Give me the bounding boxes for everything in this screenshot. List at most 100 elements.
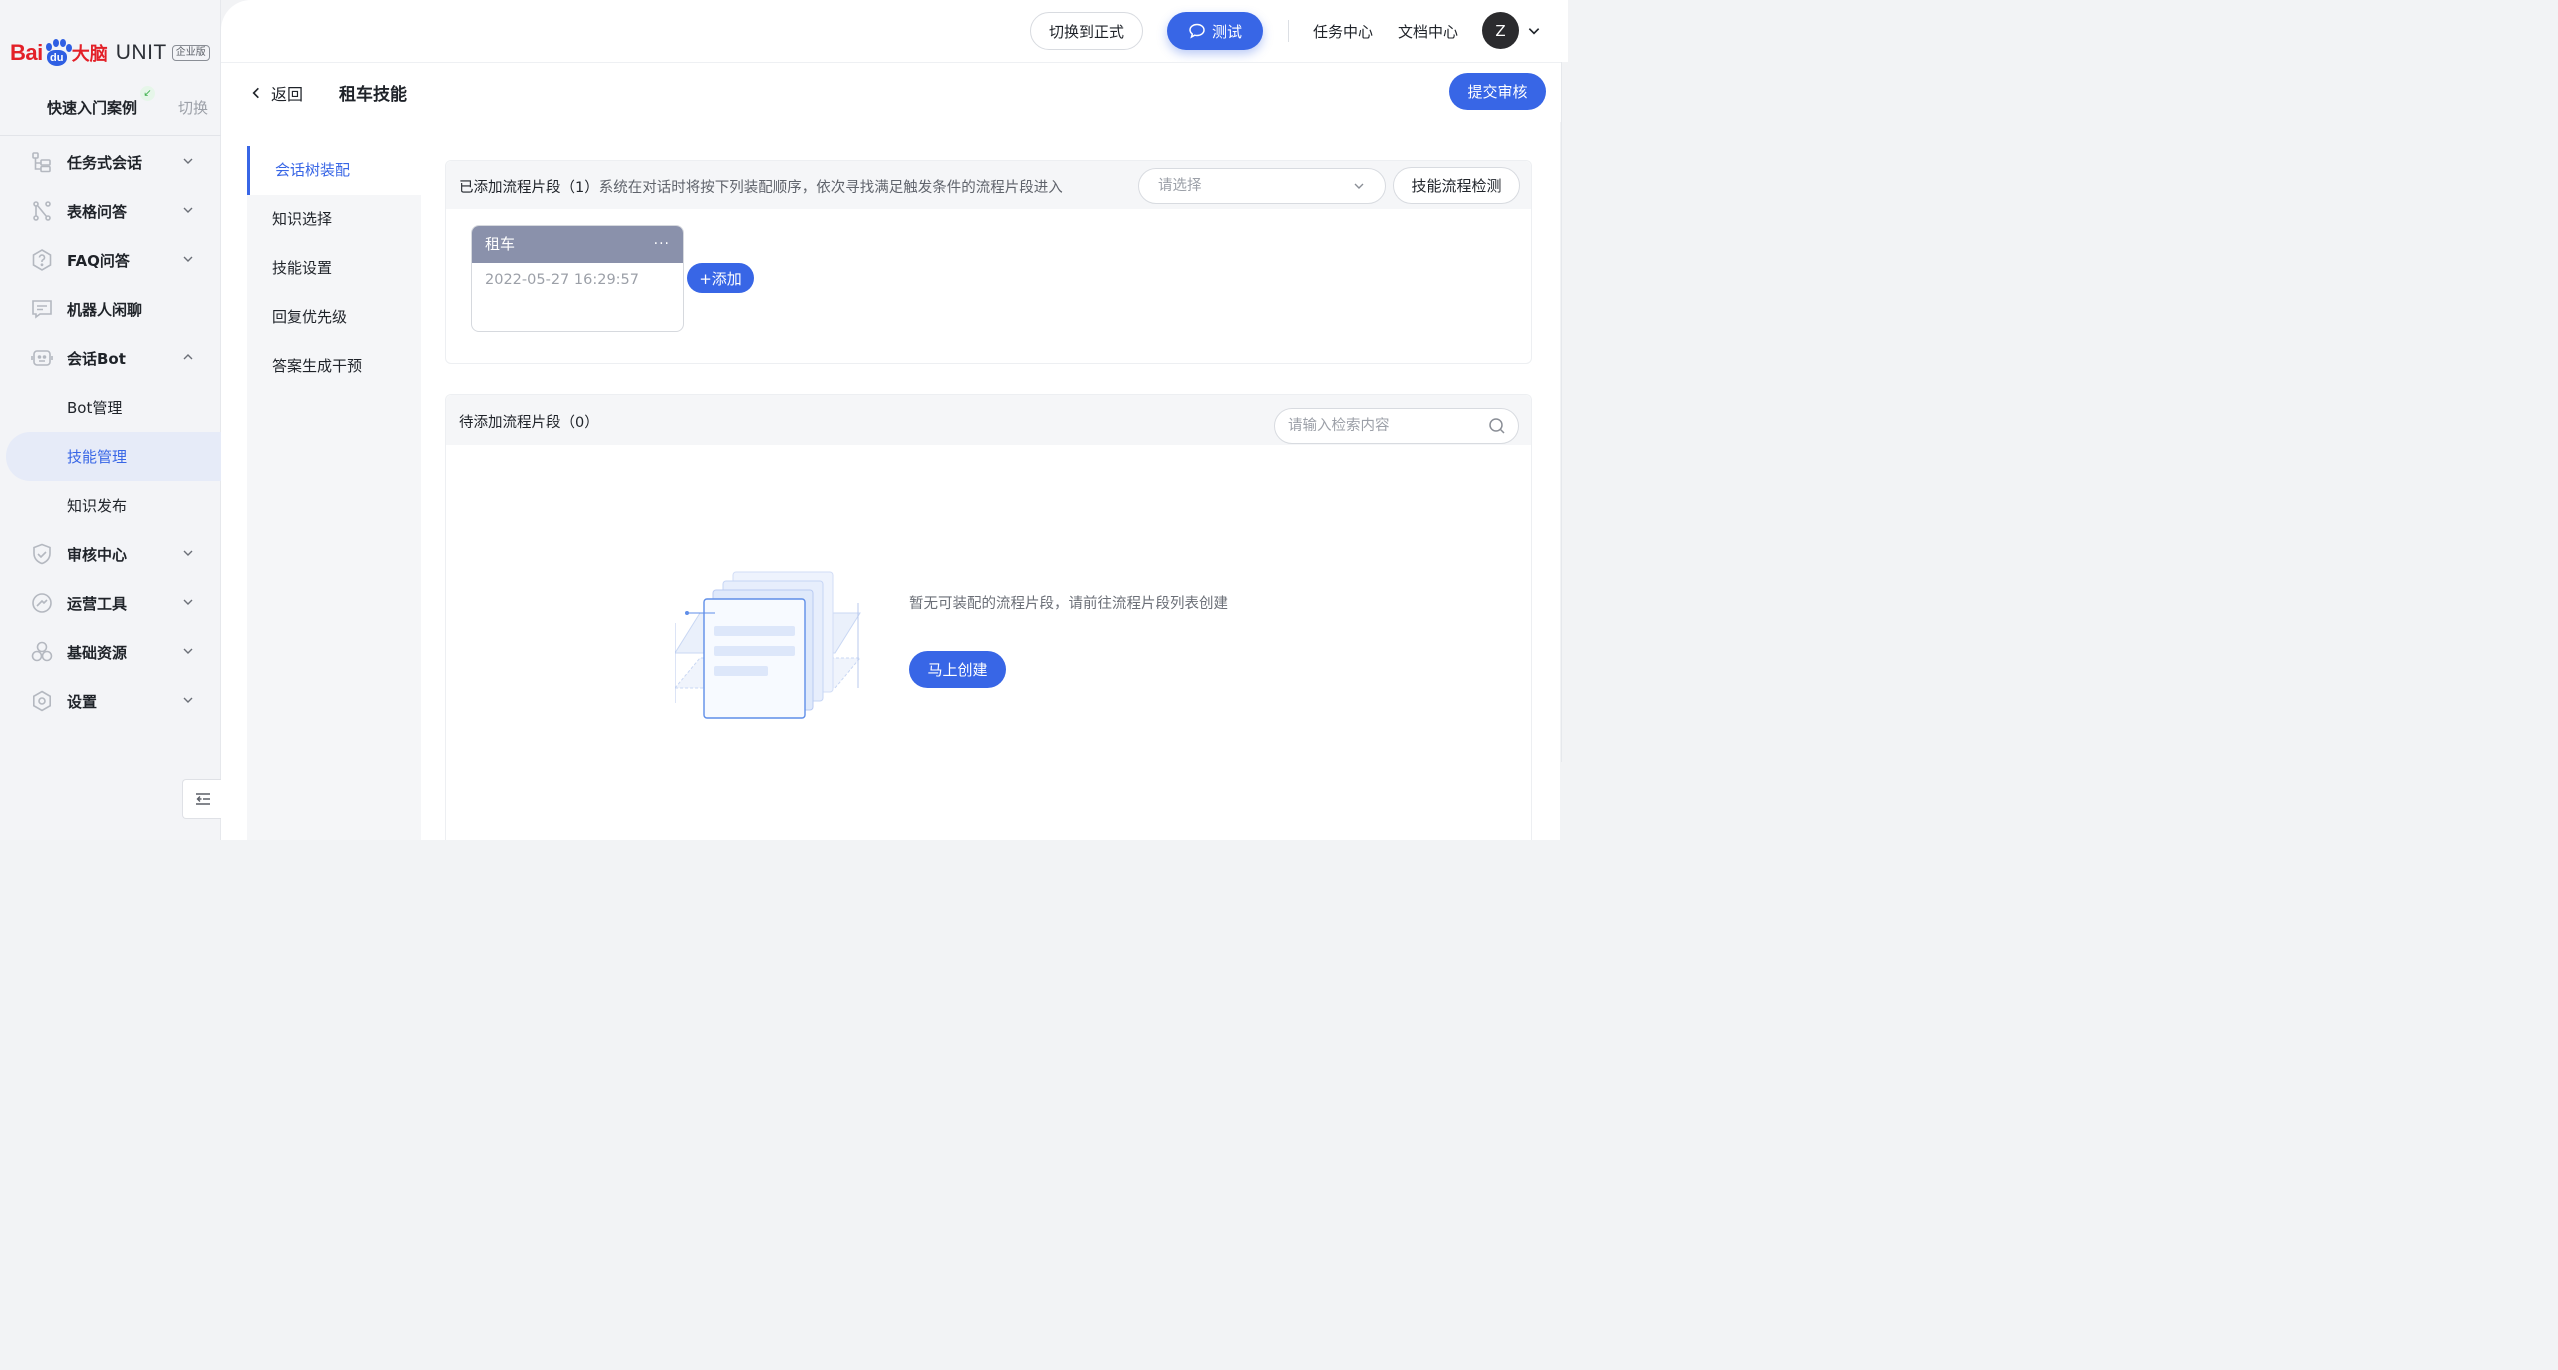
sidebar-item-knowledge-publish[interactable]: 知识发布 <box>0 481 221 530</box>
faq-icon <box>32 249 52 271</box>
sidebar-item-label: 审核中心 <box>67 546 128 564</box>
add-segment-button[interactable]: +添加 <box>687 263 754 293</box>
tab-answer-generation[interactable]: 答案生成干预 <box>247 342 421 391</box>
sidebar-item-label: 技能管理 <box>67 448 128 466</box>
sidebar-item-label: 机器人闲聊 <box>67 301 143 319</box>
submit-review-button[interactable]: 提交审核 <box>1449 73 1546 110</box>
shrink-arrow-icon: ↙ <box>140 86 155 101</box>
added-segments-title: 已添加流程片段（1）系统在对话时将按下列装配顺序，依次寻找满足触发条件的流程片段… <box>459 176 1063 197</box>
resource-icon <box>31 641 53 662</box>
chevron-down-icon[interactable] <box>182 645 194 657</box>
pending-segments-title: 待添加流程片段（0） <box>459 415 599 431</box>
skill-tabs: 会话树装配 知识选择 技能设置 回复优先级 答案生成干预 <box>247 146 421 840</box>
sidebar-item-ops-tools[interactable]: 运营工具 <box>0 579 221 628</box>
chevron-down-icon[interactable] <box>182 204 194 216</box>
sidebar-item-label: 知识发布 <box>67 497 128 515</box>
sidebar-item-label: 会话Bot <box>67 350 126 368</box>
test-button-label: 测试 <box>1211 22 1242 41</box>
back-button[interactable]: 返回 <box>249 81 303 105</box>
chevron-down-icon[interactable] <box>182 694 194 706</box>
task-dialog-icon <box>32 152 51 173</box>
page-title: 租车技能 <box>339 85 407 105</box>
chevron-down-icon[interactable] <box>182 155 194 167</box>
added-segments-description: 系统在对话时将按下列装配顺序，依次寻找满足触发条件的流程片段进入 <box>598 180 1063 196</box>
chevron-down-icon[interactable] <box>182 596 194 608</box>
settings-icon <box>33 690 51 712</box>
test-button[interactable]: 测试 <box>1167 12 1263 50</box>
empty-state-text: 暂无可装配的流程片段，请前往流程片段列表创建 <box>909 596 1228 612</box>
chevron-down-icon <box>1354 183 1364 189</box>
scrollbar[interactable] <box>1561 62 1568 762</box>
empty-state-illustration <box>675 571 862 719</box>
page-header: 返回 租车技能 <box>221 62 1568 122</box>
back-label: 返回 <box>271 85 304 104</box>
sidebar-item-label: Bot管理 <box>67 399 123 417</box>
logo-unit-text: UNIT <box>115 41 167 64</box>
sidebar-item-label: 表格问答 <box>67 203 128 221</box>
paw-logo-icon: du <box>44 39 72 67</box>
segment-card[interactable]: 租车 ··· 2022-05-27 16:29:57 <box>471 225 684 332</box>
sidebar-item-bot-management[interactable]: Bot管理 <box>0 383 221 432</box>
sidebar-item-label: 任务式会话 <box>67 154 143 172</box>
doc-center-link[interactable]: 文档中心 <box>1398 21 1458 42</box>
edition-badge: 企业版 <box>171 45 210 61</box>
task-center-link[interactable]: 任务中心 <box>1313 21 1373 42</box>
sidebar-item-skill-management[interactable]: 技能管理 <box>6 432 221 481</box>
sidebar-item-label: 基础资源 <box>67 644 128 662</box>
pending-segments-panel: 待添加流程片段（0） 请输入检索内容 <box>445 394 1532 840</box>
logo-du-text: du <box>46 50 67 66</box>
switch-link[interactable]: 切换 <box>178 97 208 118</box>
sidebar-item-review-center[interactable]: 审核中心 <box>0 530 221 579</box>
skill-flow-check-button[interactable]: 技能流程检测 <box>1393 167 1520 204</box>
chevron-down-icon[interactable] <box>182 547 194 559</box>
sidebar-item-chitchat[interactable]: 机器人闲聊 <box>0 285 221 334</box>
sidebar-item-settings[interactable]: 设置 <box>0 677 221 726</box>
quick-start-case-label[interactable]: 快速入门案例 <box>47 97 137 118</box>
tab-skill-settings[interactable]: 技能设置 <box>247 244 421 293</box>
search-placeholder: 请输入检索内容 <box>1288 418 1390 434</box>
avatar[interactable]: Z <box>1482 12 1519 49</box>
chat-icon <box>32 300 52 319</box>
added-segments-header: 已添加流程片段（1）系统在对话时将按下列装配顺序，依次寻找满足触发条件的流程片段… <box>446 161 1531 209</box>
segment-card-name: 租车 <box>485 235 516 253</box>
sidebar-item-label: 运营工具 <box>67 595 128 613</box>
segment-card-time: 2022-05-27 16:29:57 <box>485 272 639 288</box>
logo-bai-text: Bai <box>10 40 43 65</box>
pending-segments-header: 待添加流程片段（0） 请输入检索内容 <box>446 395 1531 445</box>
brand-logo[interactable]: Bai du 大脑 UNIT 企业版 <box>10 36 210 70</box>
segment-select-placeholder: 请选择 <box>1158 178 1202 194</box>
chat-bubble-icon <box>1189 23 1205 39</box>
search-input[interactable]: 请输入检索内容 <box>1274 408 1519 444</box>
chevron-down-icon[interactable] <box>1527 24 1541 38</box>
chevron-up-icon[interactable] <box>182 351 194 363</box>
sidebar: Bai du 大脑 UNIT 企业版 快速入门案例 ↙ 切换 任务式会话 表格问… <box>0 0 222 840</box>
tab-reply-priority[interactable]: 回复优先级 <box>247 293 421 342</box>
chevron-left-icon <box>252 87 259 99</box>
tab-dialog-tree-assembly[interactable]: 会话树装配 <box>247 146 421 195</box>
create-now-button[interactable]: 马上创建 <box>909 651 1006 688</box>
shield-icon <box>33 543 51 565</box>
segment-select[interactable]: 请选择 <box>1138 168 1386 204</box>
added-segments-title-text: 已添加流程片段（1） <box>459 180 599 196</box>
quick-start-section: 快速入门案例 ↙ 切换 <box>0 80 221 136</box>
chevron-down-icon[interactable] <box>182 253 194 265</box>
collapse-sidebar-button[interactable] <box>182 779 222 819</box>
search-icon <box>1489 418 1505 434</box>
switch-to-formal-button[interactable]: 切换到正式 <box>1030 12 1143 50</box>
ops-tool-icon <box>32 593 52 613</box>
sidebar-item-task-dialog[interactable]: 任务式会话 <box>0 138 221 187</box>
logo-danao-text: 大脑 <box>71 44 108 65</box>
sidebar-item-dialog-bot[interactable]: 会话Bot <box>0 334 221 383</box>
table-qa-icon <box>33 201 51 221</box>
more-icon[interactable]: ··· <box>654 226 670 263</box>
segment-card-header: 租车 ··· <box>472 226 683 263</box>
sidebar-menu: 任务式会话 表格问答 FAQ问答 机器人闲聊 会话Bot Bot管理 技能管理 <box>0 138 221 726</box>
sidebar-item-base-resources[interactable]: 基础资源 <box>0 628 221 677</box>
sidebar-item-label: 设置 <box>67 693 98 711</box>
sidebar-item-table-qa[interactable]: 表格问答 <box>0 187 221 236</box>
tab-knowledge-selection[interactable]: 知识选择 <box>247 195 421 244</box>
sidebar-item-label: FAQ问答 <box>67 252 130 270</box>
topbar-divider <box>1288 20 1289 42</box>
collapse-icon <box>195 793 210 805</box>
sidebar-item-faq[interactable]: FAQ问答 <box>0 236 221 285</box>
